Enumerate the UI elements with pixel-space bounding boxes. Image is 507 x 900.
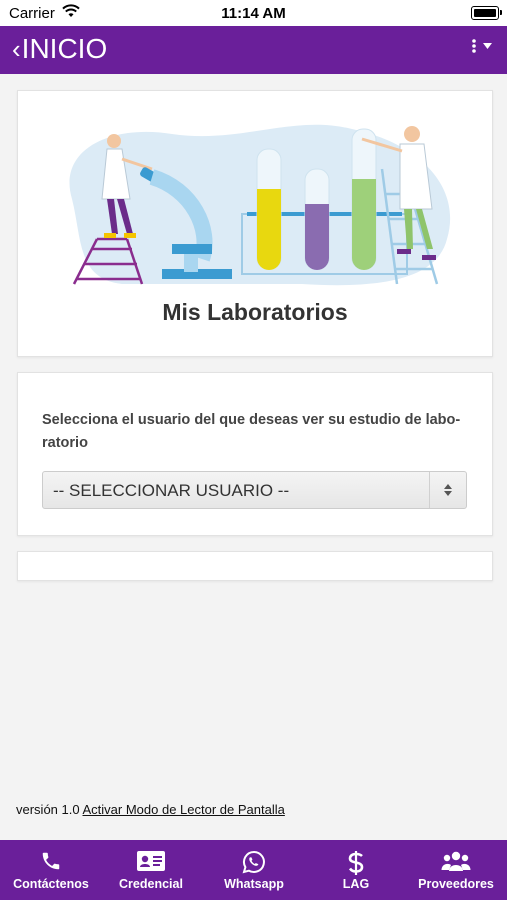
version-text: versión 1.0	[16, 802, 80, 817]
laboratory-illustration	[69, 124, 451, 286]
battery-icon	[471, 6, 502, 20]
tab-lag[interactable]: LAG	[305, 840, 407, 900]
whatsapp-icon	[203, 850, 305, 874]
updown-arrows-icon	[429, 472, 466, 508]
back-label: INICIO	[21, 33, 108, 64]
tab-label: Whatsapp	[224, 877, 284, 891]
tab-proveedores[interactable]: Proveedores	[405, 840, 507, 900]
kebab-dropdown-icon	[472, 39, 492, 53]
laboratories-hero-card: Mis Laboratorios	[17, 90, 493, 357]
tab-credencial[interactable]: Credencial	[100, 840, 202, 900]
tab-label: Proveedores	[418, 877, 494, 891]
select-value: -- SELECCIONAR USUARIO --	[53, 481, 290, 500]
navigation-bar: ‹INICIO	[0, 26, 507, 74]
clock: 11:14 AM	[221, 5, 286, 22]
id-card-icon	[100, 850, 202, 874]
tab-whatsapp[interactable]: Whatsapp	[203, 840, 305, 900]
tab-contactenos[interactable]: Contáctenos	[0, 840, 102, 900]
user-select-dropdown[interactable]: -- SELECCIONAR USUARIO --	[42, 471, 467, 509]
bottom-tab-bar: Contáctenos Credencial Whatsapp LAG Prov…	[0, 840, 507, 900]
more-menu-button[interactable]	[471, 39, 493, 58]
back-button[interactable]: ‹INICIO	[12, 33, 108, 65]
tab-label: Credencial	[119, 877, 183, 891]
phone-icon	[0, 850, 102, 874]
user-select-instruction: Selecciona el usuario del que deseas ver…	[42, 412, 461, 451]
results-card	[17, 551, 493, 581]
page-title: Mis Laboratorios	[162, 299, 348, 325]
tab-label: LAG	[342, 877, 370, 891]
dollar-icon	[305, 850, 407, 875]
users-icon	[405, 850, 507, 874]
chevron-left-icon: ‹	[12, 34, 21, 64]
version-line: versión 1.0 Activar Modo de Lector de Pa…	[16, 802, 285, 817]
tab-label: Contáctenos	[13, 877, 89, 891]
status-bar: Carrier 11:14 AM	[0, 0, 507, 26]
screen-reader-mode-link[interactable]: Activar Modo de Lector de Pantalla	[83, 802, 285, 817]
user-selection-card: Selecciona el usuario del que deseas ver…	[17, 372, 493, 536]
